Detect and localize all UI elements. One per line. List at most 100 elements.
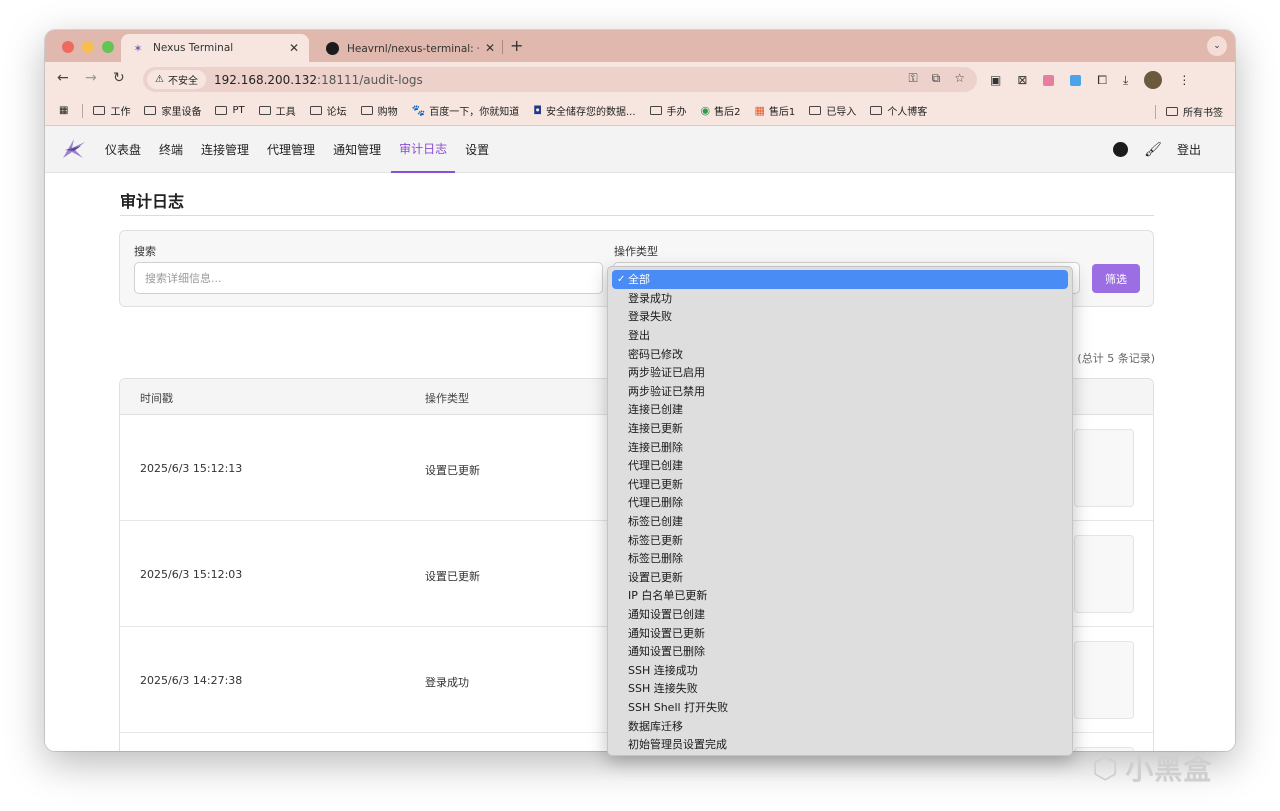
dropdown-option[interactable]: 代理已删除 <box>612 493 1068 512</box>
extension-icon[interactable]: ⊠ <box>1017 73 1027 87</box>
warning-icon: ⚠ <box>155 74 164 85</box>
dropdown-option[interactable]: 两步验证已禁用 <box>612 382 1068 401</box>
tab-title: Nexus Terminal <box>153 42 234 54</box>
close-icon[interactable]: ✕ <box>485 41 495 55</box>
page-title: 审计日志 <box>120 192 185 211</box>
reload-icon[interactable]: ↻ <box>113 70 125 86</box>
brush-icon[interactable]: 🖌 <box>1144 142 1162 158</box>
nav-item[interactable]: 设置 <box>457 126 497 173</box>
folder-icon <box>360 106 373 115</box>
address-bar[interactable]: ⚠ 不安全 192.168.200.132:18111/audit-logs ⚿… <box>143 67 977 92</box>
bookmark-item[interactable]: 家里设备 <box>144 103 201 118</box>
dropdown-option[interactable]: 数据库迁移 <box>612 716 1068 735</box>
new-tab-icon[interactable]: + <box>510 36 523 55</box>
windows-icon: ▦ <box>754 104 765 117</box>
bookmark-divider <box>1155 104 1156 119</box>
bookmark-item[interactable]: 工作 <box>93 103 130 118</box>
nexus-logo-icon[interactable] <box>61 136 87 162</box>
bookmark-item[interactable]: ▦ 售后1 <box>755 103 796 118</box>
dropdown-option[interactable]: IP 白名单已更新 <box>612 586 1068 605</box>
dropdown-option[interactable]: ✓ 全部 <box>612 270 1068 289</box>
header-actions: 🖌 登出 <box>1113 126 1201 173</box>
logout-button[interactable]: 登出 <box>1177 141 1201 158</box>
bookmark-item[interactable]: ◉ 售后2 <box>701 103 741 118</box>
bookmark-item[interactable]: 个人博客 <box>870 103 927 118</box>
bookmark-item[interactable]: 手办 <box>649 103 687 118</box>
bookmark-item[interactable]: 论坛 <box>309 103 347 118</box>
dropdown-option[interactable]: 密码已修改 <box>612 344 1068 363</box>
apps-grid-icon[interactable]: ▦ <box>59 105 68 116</box>
dropdown-option[interactable]: SSH 连接成功 <box>612 660 1068 679</box>
timestamp-cell: 2025/6/3 14:27:38 <box>140 674 243 687</box>
bookmark-item[interactable]: PT <box>215 103 245 118</box>
close-icon[interactable]: ✕ <box>289 41 299 55</box>
github-icon[interactable] <box>1113 142 1129 158</box>
extension-icon[interactable] <box>1070 74 1082 86</box>
security-badge[interactable]: ⚠ 不安全 <box>147 70 206 89</box>
omnibox-actions: ⚿ ⧉ ☆ <box>909 71 965 86</box>
puzzle-icon[interactable]: ⧠ <box>1097 73 1107 88</box>
chevron-down-icon[interactable]: ⌄ <box>1207 36 1227 56</box>
dropdown-option[interactable]: 标签已创建 <box>612 512 1068 531</box>
dropdown-option[interactable]: 标签已删除 <box>612 549 1068 568</box>
action-type-cell: 设置已更新 <box>425 570 480 583</box>
star-bookmark-icon[interactable]: ☆ <box>954 71 965 86</box>
timestamp-cell: 2025/6/3 15:12:13 <box>140 462 243 475</box>
all-bookmarks[interactable]: 所有书签 <box>1155 104 1223 119</box>
nav-item[interactable]: 终端 <box>151 126 191 173</box>
details-cell <box>1074 429 1134 507</box>
folder-icon <box>870 106 883 115</box>
dropdown-option[interactable]: 初始管理员设置完成 <box>612 735 1068 754</box>
dropdown-option[interactable]: 连接已创建 <box>612 400 1068 419</box>
action-type-dropdown[interactable]: ✓ 全部 登录成功 登录失败 登出 密码已修改 两步验证已启用 两步验证已禁用 连接已创建 连接已… <box>607 266 1073 756</box>
dropdown-option[interactable]: 登录成功 <box>612 289 1068 308</box>
details-cell <box>1074 535 1134 613</box>
extension-icon[interactable]: ▣ <box>990 73 1001 87</box>
bookmark-item[interactable]: 已导入 <box>809 103 856 118</box>
dropdown-option[interactable]: 通知设置已创建 <box>612 605 1068 624</box>
dropdown-option[interactable]: 通知设置已更新 <box>612 623 1068 642</box>
dropdown-option[interactable]: 通知设置已删除 <box>612 642 1068 661</box>
dropdown-option[interactable]: 标签已更新 <box>612 530 1068 549</box>
nav-item[interactable]: 仪表盘 <box>97 126 149 173</box>
dropdown-option[interactable]: 登出 <box>612 326 1068 345</box>
filter-button[interactable]: 筛选 <box>1092 264 1140 293</box>
more-menu-icon[interactable]: ⋮ <box>1178 73 1190 87</box>
download-icon[interactable]: ⤓ <box>1123 73 1128 88</box>
key-icon[interactable]: ⚿ <box>909 71 918 86</box>
tab-nexus-terminal[interactable]: ✶ Nexus Terminal ✕ <box>121 34 309 62</box>
folder-icon <box>93 106 106 115</box>
close-window-button[interactable] <box>62 41 74 53</box>
dropdown-option[interactable]: 代理已更新 <box>612 475 1068 494</box>
dropdown-option[interactable]: SSH 连接失败 <box>612 679 1068 698</box>
avatar[interactable] <box>1144 71 1163 89</box>
dropdown-option[interactable]: SSH Shell 打开失败 <box>612 698 1068 717</box>
maximize-window-button[interactable] <box>102 41 114 53</box>
translate-icon[interactable]: ⧉ <box>932 71 941 86</box>
search-input[interactable] <box>134 262 603 294</box>
github-icon <box>325 41 339 55</box>
back-icon[interactable]: ← <box>57 70 69 86</box>
action-type-cell: 设置已更新 <box>425 464 480 477</box>
dropdown-option[interactable]: 代理已创建 <box>612 456 1068 475</box>
bookmark-item[interactable]: 🐾 百度一下，你就知道 <box>412 103 520 118</box>
minimize-window-button[interactable] <box>82 41 94 53</box>
folder-icon <box>144 106 157 115</box>
nav-item[interactable]: 审计日志 <box>391 126 456 173</box>
forward-icon[interactable]: → <box>85 70 97 86</box>
nav-item[interactable]: 通知管理 <box>325 126 389 173</box>
dropdown-option[interactable]: 设置已更新 <box>612 568 1068 587</box>
checkmark-icon: ✓ <box>617 273 626 285</box>
folder-icon <box>215 106 228 115</box>
dropdown-option[interactable]: 连接已删除 <box>612 437 1068 456</box>
dropdown-option[interactable]: 连接已更新 <box>612 419 1068 438</box>
bookmark-item[interactable]: ◘ 安全储存您的数据... <box>533 103 635 118</box>
nav-item[interactable]: 代理管理 <box>259 126 323 173</box>
bookmark-item[interactable]: 购物 <box>360 103 398 118</box>
dropdown-option[interactable]: 登录失败 <box>612 307 1068 326</box>
nav-item[interactable]: 连接管理 <box>193 126 257 173</box>
extension-icon[interactable] <box>1043 74 1055 86</box>
bookmark-item[interactable]: 工具 <box>258 103 296 118</box>
dropdown-option[interactable]: 两步验证已启用 <box>612 363 1068 382</box>
tab-github[interactable]: Heavrnl/nexus-terminal: 一款 ✕ <box>315 34 505 62</box>
